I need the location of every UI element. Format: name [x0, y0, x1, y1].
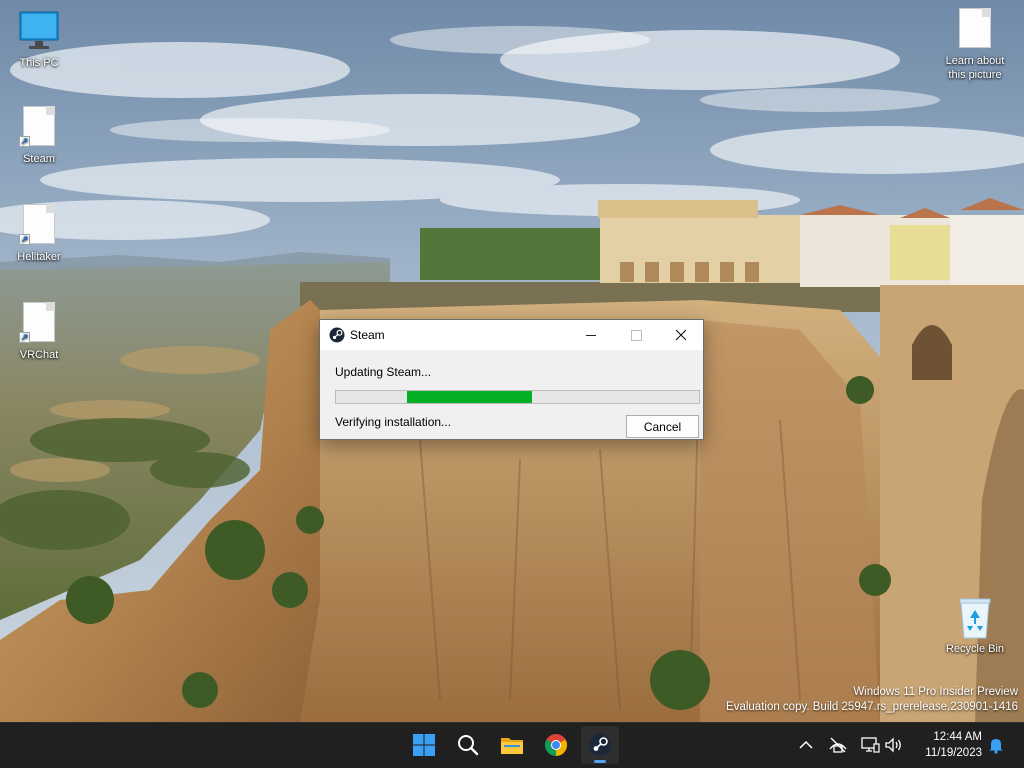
steam-icon: [329, 327, 345, 343]
desktop-icon-label: Helltaker: [17, 251, 61, 263]
close-icon: [675, 329, 687, 341]
desktop-icon-label: This PC: [19, 57, 59, 69]
clock-date: 11/19/2023: [925, 747, 982, 759]
dialog-titlebar[interactable]: Steam: [320, 320, 703, 350]
evaluation-watermark: Windows 11 Pro Insider Preview Evaluatio…: [726, 685, 1018, 715]
monitor-icon: [19, 10, 59, 54]
maximize-button: [613, 320, 659, 350]
notification-button[interactable]: [986, 735, 1006, 755]
bell-icon: [989, 739, 1003, 754]
steam-update-dialog: Steam Updating Steam... Verifying instal…: [319, 319, 704, 440]
chrome-button[interactable]: [537, 726, 575, 764]
desktop-icon-helltaker[interactable]: ↗ Helltaker: [1, 204, 77, 264]
cancel-button[interactable]: Cancel: [626, 415, 699, 438]
verification-status-text: Verifying installation...: [335, 415, 452, 429]
desktop-icon-recycle-bin[interactable]: Recycle Bin: [937, 596, 1013, 656]
display-icon: [861, 737, 880, 753]
system-clock[interactable]: 12:44 AM 11/19/2023: [908, 729, 982, 761]
clock-time: 12:44 AM: [933, 731, 982, 743]
active-app-indicator: [594, 760, 606, 763]
file-explorer-button[interactable]: [493, 726, 531, 764]
start-button[interactable]: [405, 726, 443, 764]
recycle-bin-icon: [955, 596, 995, 640]
folder-icon: [501, 738, 523, 754]
close-button[interactable]: [658, 320, 704, 350]
desktop-icon-label: Steam: [23, 153, 55, 165]
steam-icon: [589, 734, 611, 756]
watermark-line1: Windows 11 Pro Insider Preview: [853, 686, 1018, 698]
search-button[interactable]: [449, 726, 487, 764]
shortcut-arrow-icon: ↗: [19, 234, 30, 245]
desktop-icon-steam[interactable]: ↗ Steam: [1, 106, 77, 166]
file-icon: [955, 8, 995, 52]
volume-icon: [885, 737, 901, 753]
shortcut-arrow-icon: ↗: [19, 332, 30, 343]
file-shortcut-icon: ↗: [19, 106, 59, 150]
desktop-icon-vrchat[interactable]: ↗ VRChat: [1, 302, 77, 362]
volume-button[interactable]: [884, 735, 904, 755]
minimize-button[interactable]: [568, 320, 614, 350]
watermark-line2: Evaluation copy. Build 25947.rs_prerelea…: [726, 701, 1018, 713]
show-hidden-icons-button[interactable]: [796, 735, 816, 755]
progress-fill: [406, 391, 533, 403]
chrome-icon: [545, 734, 567, 756]
update-progress-bar: [335, 390, 700, 404]
dialog-title: Steam: [350, 328, 385, 342]
display-button[interactable]: [860, 735, 880, 755]
chevron-up-icon: [799, 740, 813, 749]
network-off-icon: [829, 737, 847, 753]
update-status-text: Updating Steam...: [335, 365, 432, 379]
search-icon: [458, 735, 479, 756]
taskbar: 12:44 AM 11/19/2023: [0, 722, 1024, 768]
network-button[interactable]: [828, 735, 848, 755]
shortcut-arrow-icon: ↗: [19, 136, 30, 147]
file-shortcut-icon: ↗: [19, 302, 59, 346]
desktop-icon-this-pc[interactable]: This PC: [1, 10, 77, 70]
desktop-icon-label: Recycle Bin: [945, 643, 1005, 655]
steam-taskbar-button[interactable]: [581, 726, 619, 764]
desktop-icon-learn-about-picture[interactable]: Learn about this picture: [937, 8, 1013, 82]
desktop-icon-label: VRChat: [19, 349, 59, 361]
file-shortcut-icon: ↗: [19, 204, 59, 248]
desktop-icon-label-line1: Learn about: [945, 55, 1005, 67]
desktop-icon-label-line2: this picture: [948, 69, 1002, 81]
windows-start-icon: [413, 734, 435, 756]
